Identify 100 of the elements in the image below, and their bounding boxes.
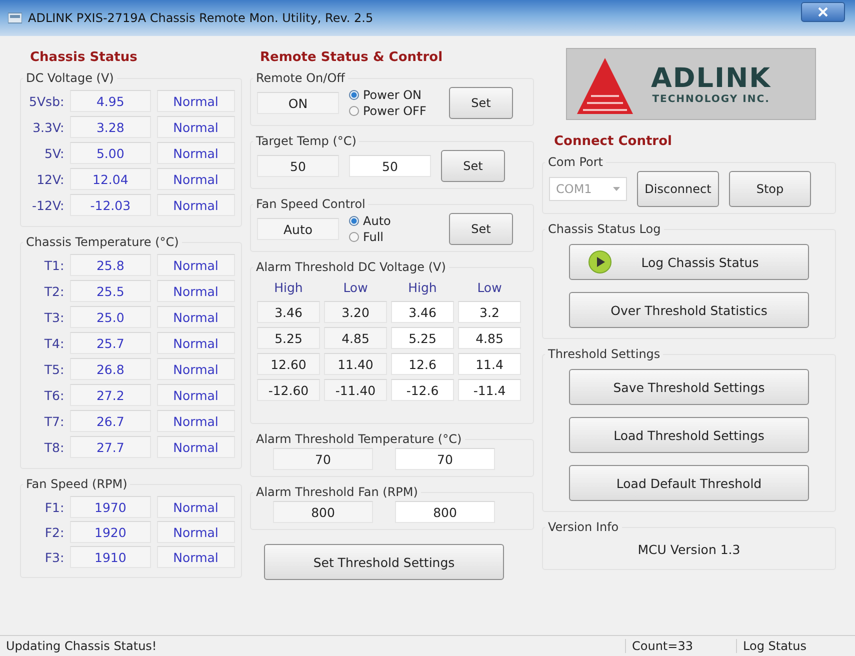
readonly-field: 3.46 <box>257 301 320 323</box>
column-header: High <box>273 279 304 297</box>
input-field[interactable]: 3.2 <box>458 301 521 323</box>
value-field: 3.28 <box>70 116 151 138</box>
status-field: Normal <box>156 306 235 328</box>
input-field[interactable]: 800 <box>395 501 495 523</box>
sensor-label: 3.3V: <box>32 120 64 134</box>
group-title: Alarm Threshold DC Voltage (V) <box>256 260 446 274</box>
readonly-field: 4.85 <box>324 327 387 349</box>
value-field: 26.7 <box>70 410 151 432</box>
readonly-field: 70 <box>273 448 373 470</box>
sensor-label: T3: <box>43 310 64 324</box>
group-title: Threshold Settings <box>548 347 660 361</box>
threshold-button[interactable]: Save Threshold Settings <box>569 369 809 405</box>
status-field: Normal <box>156 280 235 302</box>
readonly-field: 12.60 <box>257 353 320 375</box>
sensor-label: T2: <box>43 284 64 298</box>
triangle-logo-icon <box>575 56 635 116</box>
input-field[interactable]: 11.4 <box>458 353 521 375</box>
sensor-label: T4: <box>43 336 64 350</box>
value-field: 25.5 <box>70 280 151 302</box>
value-field: 1910 <box>70 546 151 568</box>
status-field: Normal <box>156 90 235 112</box>
readonly-field: 11.40 <box>324 353 387 375</box>
group-title: Com Port <box>548 155 604 169</box>
column-header: High <box>407 279 438 297</box>
status-field: Normal <box>156 116 235 138</box>
value-field: 25.8 <box>70 254 151 276</box>
readonly-field: -11.40 <box>324 379 387 401</box>
radio-option[interactable]: Auto <box>349 214 439 228</box>
status-field: Normal <box>156 546 235 568</box>
readonly-field: -12.60 <box>257 379 320 401</box>
radio-circle[interactable] <box>349 106 359 116</box>
readonly-field: 3.20 <box>324 301 387 323</box>
group-title: Remote On/Off <box>256 71 345 85</box>
value-field: 27.7 <box>70 436 151 458</box>
sensor-label: 5Vsb: <box>28 94 64 108</box>
group-title: Fan Speed (RPM) <box>26 477 128 491</box>
input-field[interactable]: 4.85 <box>458 327 521 349</box>
sensor-label: F1: <box>44 500 64 514</box>
input-field[interactable]: 12.6 <box>391 353 454 375</box>
readonly-field: Auto <box>257 218 339 240</box>
logo-tagline: TECHNOLOGY INC. <box>652 94 770 104</box>
readonly-field: 50 <box>257 155 339 177</box>
status-field: Normal <box>156 332 235 354</box>
radio-circle[interactable] <box>349 90 359 100</box>
radio-option[interactable]: Power OFF <box>349 104 439 118</box>
threshold-button[interactable]: Load Threshold Settings <box>569 417 809 453</box>
radio-circle[interactable] <box>349 232 359 242</box>
radio-circle[interactable] <box>349 216 359 226</box>
log-button[interactable]: Over Threshold Statistics <box>569 292 809 328</box>
sensor-label: 12V: <box>36 172 64 186</box>
group-title: Version Info <box>548 520 619 534</box>
group-title: Alarm Threshold Temperature (°C) <box>256 432 462 446</box>
radio-option[interactable]: Full <box>349 230 439 244</box>
value-field: 1920 <box>70 521 151 543</box>
input-field[interactable]: 5.25 <box>391 327 454 349</box>
value-field: 27.2 <box>70 384 151 406</box>
section-heading: Chassis Status <box>30 50 138 65</box>
set-threshold-button[interactable]: Set Threshold Settings <box>264 544 504 580</box>
status-field: Normal <box>156 168 235 190</box>
input-field[interactable]: 3.46 <box>391 301 454 323</box>
section-heading: Remote Status & Control <box>260 50 444 65</box>
dropdown-value: COM1 <box>556 182 592 196</box>
set-button[interactable]: Set <box>449 213 513 245</box>
sensor-label: F3: <box>44 550 64 564</box>
window-title: ADLINK PXIS-2719A Chassis Remote Mon. Utility, Rev. 2.5 <box>28 11 374 25</box>
readonly-field: ON <box>257 92 339 114</box>
value-field: 1970 <box>70 496 151 518</box>
value-field: 26.8 <box>70 358 151 380</box>
value-field: 4.95 <box>70 90 151 112</box>
app-icon <box>8 12 22 24</box>
threshold-button[interactable]: Load Default Threshold <box>569 465 809 501</box>
sensor-label: T5: <box>43 362 64 376</box>
caret-icon <box>613 187 620 191</box>
input-field[interactable]: 70 <box>395 448 495 470</box>
radio-option[interactable]: Power ON <box>349 88 439 102</box>
input-field[interactable]: 50 <box>349 155 431 177</box>
group-title: DC Voltage (V) <box>26 71 114 85</box>
group-title: Fan Speed Control <box>256 197 366 211</box>
set-button[interactable]: Set <box>441 150 505 182</box>
status-text: Count=33 <box>625 639 736 653</box>
status-field: Normal <box>156 254 235 276</box>
value-field: -12.03 <box>70 194 151 216</box>
status-field: Normal <box>156 142 235 164</box>
readonly-field: 5.25 <box>257 327 320 349</box>
value-field: 25.0 <box>70 306 151 328</box>
input-field[interactable]: -12.6 <box>391 379 454 401</box>
status-field: Normal <box>156 436 235 458</box>
set-button[interactable]: Set <box>449 87 513 119</box>
sensor-label: 5V: <box>44 146 64 160</box>
group-title: Chassis Status Log <box>548 222 661 236</box>
status-field: Normal <box>156 194 235 216</box>
group-title: Chassis Temperature (°C) <box>26 235 179 249</box>
close-button[interactable] <box>801 2 845 22</box>
play-icon <box>588 250 612 274</box>
input-field[interactable]: -11.4 <box>458 379 521 401</box>
value-field: 25.7 <box>70 332 151 354</box>
status-field: Normal <box>156 410 235 432</box>
log-button[interactable]: Log Chassis Status <box>569 244 809 280</box>
